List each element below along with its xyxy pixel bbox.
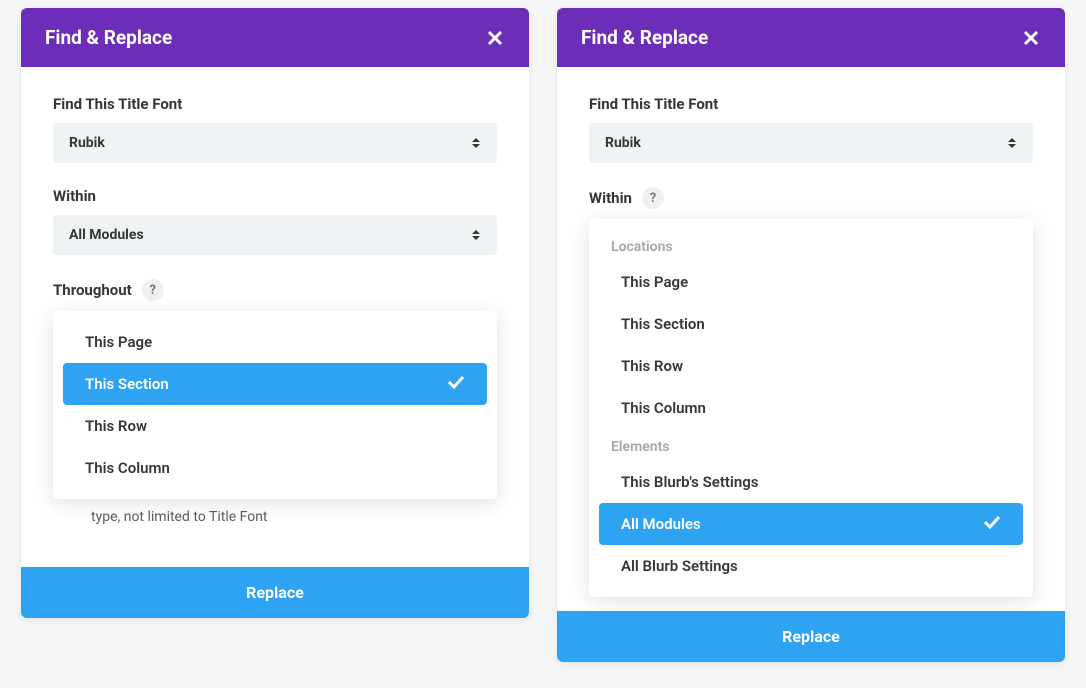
modal-body: Find This Title Font Rubik Within ? Loca…	[557, 67, 1065, 611]
dropdown-item-this-row[interactable]: This Row	[599, 345, 1023, 387]
dropdown-item-label: This Page	[621, 273, 688, 291]
dropdown-item-label: This Section	[85, 375, 169, 393]
find-font-label: Find This Title Font	[589, 95, 1033, 113]
find-replace-modal-right: Find & Replace Find This Title Font Rubi…	[557, 8, 1065, 662]
dropdown-item-this-page[interactable]: This Page	[599, 261, 1023, 303]
throughout-group: Throughout ? This Page This Section This…	[53, 279, 497, 499]
note-text: type, not limited to Title Font	[91, 507, 497, 528]
sort-icon	[1007, 136, 1017, 150]
replace-button[interactable]: Replace	[557, 611, 1065, 662]
find-font-select[interactable]: Rubik	[53, 123, 497, 163]
find-font-group: Find This Title Font Rubik	[589, 95, 1033, 163]
dropdown-group-elements: Elements	[589, 429, 1033, 461]
find-font-value: Rubik	[605, 135, 641, 151]
modal-header: Find & Replace	[557, 8, 1065, 67]
dropdown-item-label: This Row	[621, 357, 683, 375]
find-font-select[interactable]: Rubik	[589, 123, 1033, 163]
dropdown-item-label: This Row	[85, 417, 147, 435]
dropdown-item-this-column[interactable]: This Column	[599, 387, 1023, 429]
dropdown-item-this-page[interactable]: This Page	[63, 321, 487, 363]
dropdown-item-blurb-settings[interactable]: This Blurb's Settings	[599, 461, 1023, 503]
modal-title: Find & Replace	[45, 26, 172, 49]
find-font-value: Rubik	[69, 135, 105, 151]
within-select[interactable]: All Modules	[53, 215, 497, 255]
dropdown-item-this-row[interactable]: This Row	[63, 405, 487, 447]
within-dropdown: Locations This Page This Section This Ro…	[589, 219, 1033, 597]
dropdown-group-locations: Locations	[589, 229, 1033, 261]
dropdown-item-label: This Column	[85, 459, 170, 477]
dropdown-item-label: This Blurb's Settings	[621, 473, 758, 491]
dropdown-item-this-section[interactable]: This Section	[599, 303, 1023, 345]
help-icon[interactable]: ?	[142, 279, 164, 301]
within-label-text: Within	[589, 189, 632, 207]
replace-button[interactable]: Replace	[21, 567, 529, 618]
find-replace-modal-left: Find & Replace Find This Title Font Rubi…	[21, 8, 529, 618]
check-icon	[447, 375, 465, 393]
help-icon[interactable]: ?	[642, 187, 664, 209]
within-label: Within ?	[589, 187, 1033, 209]
dropdown-item-all-modules[interactable]: All Modules	[599, 503, 1023, 545]
check-icon	[983, 515, 1001, 533]
dropdown-item-all-blurb-settings[interactable]: All Blurb Settings	[599, 545, 1023, 587]
within-label: Within	[53, 187, 497, 205]
throughout-label-text: Throughout	[53, 281, 132, 299]
find-font-group: Find This Title Font Rubik	[53, 95, 497, 163]
modal-body: Find This Title Font Rubik Within All Mo…	[21, 67, 529, 567]
sort-icon	[471, 136, 481, 150]
within-group: Within All Modules	[53, 187, 497, 255]
dropdown-item-label: This Column	[621, 399, 706, 417]
dropdown-item-label: This Page	[85, 333, 152, 351]
throughout-dropdown: This Page This Section This Row This Col…	[53, 311, 497, 499]
within-group: Within ? Locations This Page This Sectio…	[589, 187, 1033, 597]
close-icon[interactable]	[1021, 28, 1041, 48]
dropdown-item-this-column[interactable]: This Column	[63, 447, 487, 489]
dropdown-item-label: This Section	[621, 315, 705, 333]
throughout-label: Throughout ?	[53, 279, 497, 301]
dropdown-item-this-section[interactable]: This Section	[63, 363, 487, 405]
close-icon[interactable]	[485, 28, 505, 48]
sort-icon	[471, 228, 481, 242]
within-value: All Modules	[69, 227, 144, 243]
modal-title: Find & Replace	[581, 26, 708, 49]
find-font-label: Find This Title Font	[53, 95, 497, 113]
modal-header: Find & Replace	[21, 8, 529, 67]
dropdown-item-label: All Modules	[621, 515, 701, 533]
dropdown-item-label: All Blurb Settings	[621, 557, 738, 575]
